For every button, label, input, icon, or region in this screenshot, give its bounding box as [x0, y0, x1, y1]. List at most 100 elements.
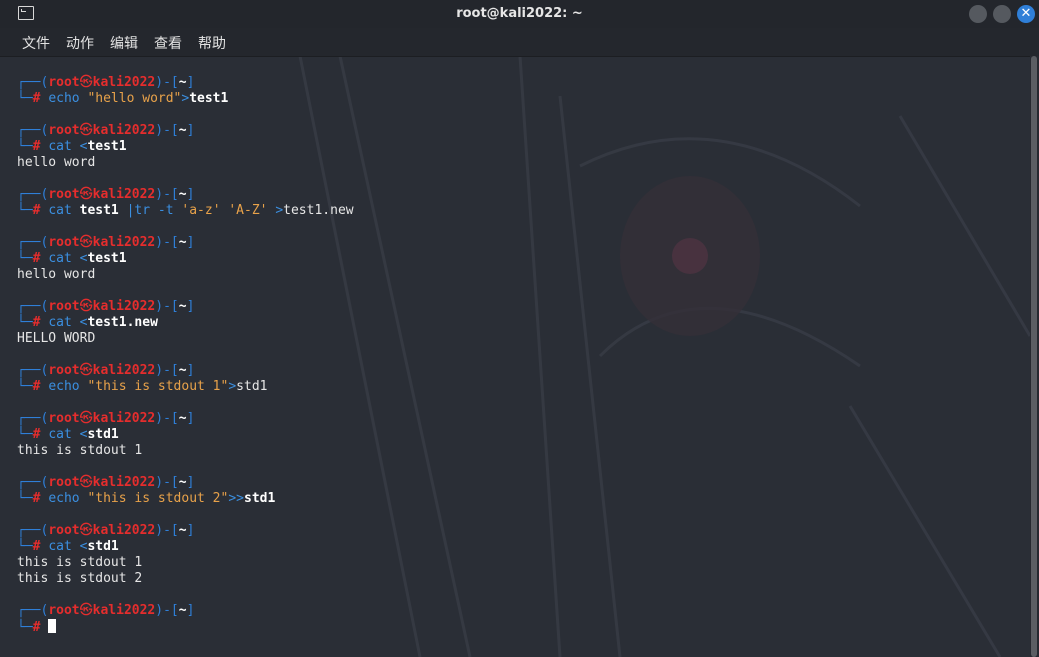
command-name: cat — [48, 427, 72, 442]
prompt-at-symbol: ㉿ — [79, 363, 93, 378]
prompt-cwd: ~ — [178, 187, 187, 202]
terminal-window: root@kali2022: ~ ✕ 文件 动作 编辑 查看 帮助 ┌──(ro… — [0, 0, 1039, 657]
prompt-line: ┌──(root㉿kali2022)-[~] — [17, 363, 194, 379]
menu-edit[interactable]: 编辑 — [110, 33, 138, 53]
prompt-at-symbol: ㉿ — [79, 603, 93, 618]
prompt-box: )-[ — [155, 523, 179, 538]
prompt-box: └─ — [17, 91, 33, 106]
prompt-user: root — [48, 123, 80, 138]
prompt-user: root — [48, 523, 80, 538]
prompt-box: ] — [186, 603, 195, 618]
command-line: └─# echo "hello word">test1 — [17, 91, 228, 107]
maximize-button[interactable] — [993, 5, 1011, 23]
prompt-host: kali2022 — [92, 75, 156, 90]
text-cursor — [48, 619, 57, 633]
scrollbar[interactable] — [1030, 56, 1039, 657]
prompt-box: ┌──( — [17, 235, 49, 250]
prompt-box: )-[ — [155, 187, 179, 202]
scroll-thumb[interactable] — [1031, 56, 1037, 657]
terminal-output[interactable]: ┌──(root㉿kali2022)-[~] └─# echo "hello wo… — [0, 57, 1030, 657]
prompt-user: root — [48, 187, 80, 202]
prompt-line: ┌──(root㉿kali2022)-[~] — [17, 523, 194, 539]
command-line: └─# cat <std1 — [17, 427, 119, 443]
menu-view[interactable]: 查看 — [154, 33, 182, 53]
prompt-user: root — [48, 235, 80, 250]
prompt-at-symbol: ㉿ — [79, 299, 93, 314]
command-arg: "hello word" — [87, 91, 182, 106]
menu-help[interactable]: 帮助 — [198, 33, 226, 53]
command-arg: std1 — [236, 379, 268, 394]
command-line: └─# cat <test1 — [17, 139, 127, 155]
prompt-cwd: ~ — [178, 523, 187, 538]
prompt-host: kali2022 — [92, 363, 156, 378]
command-name: echo — [48, 379, 80, 394]
prompt-box: ] — [186, 523, 195, 538]
prompt-cwd: ~ — [178, 603, 187, 618]
title-bar: root@kali2022: ~ ✕ — [0, 0, 1039, 28]
prompt-at-symbol: ㉿ — [79, 123, 93, 138]
close-button[interactable]: ✕ — [1017, 5, 1035, 23]
prompt-box: )-[ — [155, 603, 179, 618]
command-arg — [119, 203, 127, 218]
prompt-at-symbol: ㉿ — [79, 75, 93, 90]
prompt-box: )-[ — [155, 475, 179, 490]
prompt-cwd: ~ — [178, 411, 187, 426]
prompt-user: root — [48, 299, 80, 314]
output-line: this is stdout 1 — [17, 555, 142, 571]
command-arg — [72, 539, 80, 554]
command-line: └─# cat test1 |tr -t 'a-z' 'A-Z' >test1.… — [17, 203, 354, 219]
command-arg: 'a-z' — [181, 203, 221, 218]
command-line: └─# echo "this is stdout 1">std1 — [17, 379, 267, 395]
command-arg: test1 — [79, 203, 119, 218]
prompt-line: ┌──(root㉿kali2022)-[~] — [17, 411, 194, 427]
menu-action[interactable]: 动作 — [66, 33, 94, 53]
output-text: hello word — [17, 155, 96, 170]
prompt-box: ┌──( — [17, 603, 49, 618]
prompt-box: ] — [186, 475, 195, 490]
prompt-box: └─ — [17, 203, 33, 218]
prompt-box: )-[ — [155, 363, 179, 378]
prompt-cwd: ~ — [178, 363, 187, 378]
prompt-box: └─ — [17, 539, 33, 554]
command-arg: tr — [134, 203, 151, 218]
command-line: └─# echo "this is stdout 2">>std1 — [17, 491, 275, 507]
command-arg: test1.new — [87, 315, 158, 330]
command-name: cat — [48, 139, 72, 154]
command-arg — [72, 427, 80, 442]
output-line: this is stdout 1 — [17, 443, 142, 459]
prompt-box: ┌──( — [17, 187, 49, 202]
prompt-box: ] — [186, 123, 195, 138]
command-arg: -t — [150, 203, 182, 218]
prompt-host: kali2022 — [92, 235, 156, 250]
command-name: cat — [48, 315, 72, 330]
prompt-box: ] — [186, 187, 195, 202]
command-arg: test1.new — [283, 203, 354, 218]
command-name: echo — [48, 91, 80, 106]
prompt-box: ┌──( — [17, 411, 49, 426]
prompt-box: ┌──( — [17, 475, 49, 490]
menu-file[interactable]: 文件 — [22, 33, 50, 53]
command-arg: "this is stdout 1" — [87, 379, 229, 394]
prompt-at-symbol: ㉿ — [79, 411, 93, 426]
prompt-line: ┌──(root㉿kali2022)-[~] — [17, 187, 194, 203]
prompt-box: ] — [186, 363, 195, 378]
prompt-line: ┌──(root㉿kali2022)-[~] — [17, 475, 194, 491]
command-line: └─# cat <std1 — [17, 539, 119, 555]
prompt-user: root — [48, 475, 80, 490]
prompt-host: kali2022 — [92, 411, 156, 426]
command-arg: 'A-Z' — [228, 203, 268, 218]
minimize-button[interactable] — [969, 5, 987, 23]
prompt-box: ] — [186, 235, 195, 250]
output-text: this is stdout 1 — [17, 555, 143, 570]
command-arg — [72, 251, 80, 266]
output-text: hello word — [17, 267, 96, 282]
command-arg: std1 — [87, 427, 119, 442]
command-arg: std1 — [244, 491, 276, 506]
prompt-at-symbol: ㉿ — [79, 523, 93, 538]
window-title: root@kali2022: ~ — [456, 6, 583, 21]
prompt-line: ┌──(root㉿kali2022)-[~] — [17, 603, 194, 619]
prompt-box: ┌──( — [17, 123, 49, 138]
prompt-user: root — [48, 603, 80, 618]
prompt-cwd: ~ — [178, 75, 187, 90]
prompt-at-symbol: ㉿ — [79, 235, 93, 250]
